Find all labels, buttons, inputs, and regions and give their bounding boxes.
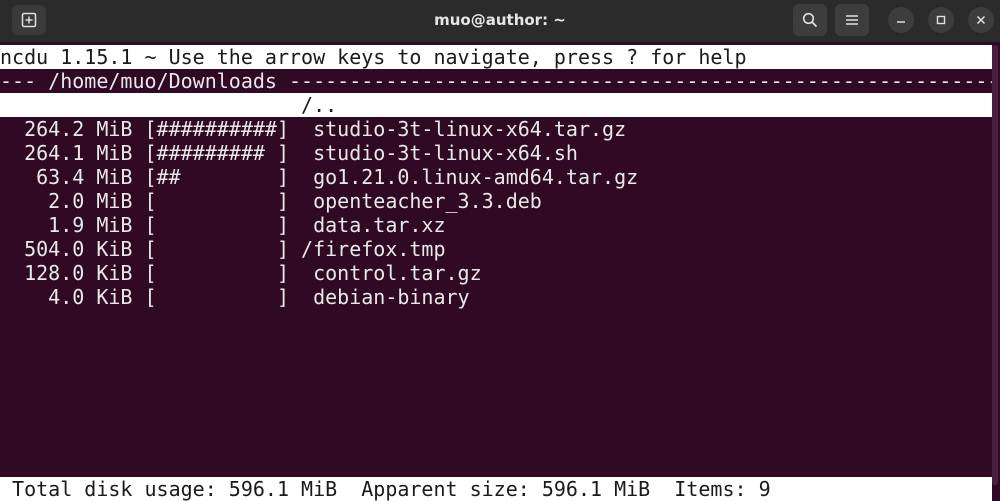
- terminal-area[interactable]: ncdu 1.15.1 ~ Use the arrow keys to navi…: [0, 42, 1000, 501]
- scrollbar-thumb[interactable]: [992, 45, 998, 485]
- parent-dir-row[interactable]: /..: [0, 93, 992, 117]
- file-row[interactable]: 63.4 MiB [## ] go1.21.0.linux-amd64.tar.…: [0, 165, 992, 189]
- minimize-button[interactable]: [888, 7, 914, 33]
- maximize-button[interactable]: [928, 7, 954, 33]
- search-icon: [802, 12, 818, 28]
- new-tab-button[interactable]: [12, 5, 46, 35]
- new-tab-icon: [21, 12, 37, 28]
- directory-row[interactable]: 504.0 KiB [ ] /firefox.tmp: [0, 237, 992, 261]
- file-row[interactable]: 264.1 MiB [######### ] studio-3t-linux-x…: [0, 141, 992, 165]
- menu-button[interactable]: [835, 4, 869, 36]
- current-path-line: --- /home/muo/Downloads ----------------…: [0, 69, 992, 93]
- ncdu-header: ncdu 1.15.1 ~ Use the arrow keys to navi…: [0, 45, 992, 69]
- status-bar: Total disk usage: 596.1 MiB Apparent siz…: [0, 477, 992, 501]
- file-row[interactable]: 1.9 MiB [ ] data.tar.xz: [0, 213, 992, 237]
- maximize-icon: [936, 15, 946, 25]
- hamburger-menu-icon: [846, 15, 858, 25]
- title-bar: muo@author: ~: [0, 0, 1000, 43]
- file-row[interactable]: 264.2 MiB [##########] studio-3t-linux-x…: [0, 117, 992, 141]
- file-row[interactable]: 2.0 MiB [ ] openteacher_3.3.deb: [0, 189, 992, 213]
- file-row[interactable]: 128.0 KiB [ ] control.tar.gz: [0, 261, 992, 285]
- close-button[interactable]: [968, 7, 994, 33]
- minimize-icon: [897, 21, 905, 23]
- close-icon: [976, 15, 986, 25]
- file-row[interactable]: 4.0 KiB [ ] debian-binary: [0, 285, 992, 309]
- search-button[interactable]: [793, 4, 827, 36]
